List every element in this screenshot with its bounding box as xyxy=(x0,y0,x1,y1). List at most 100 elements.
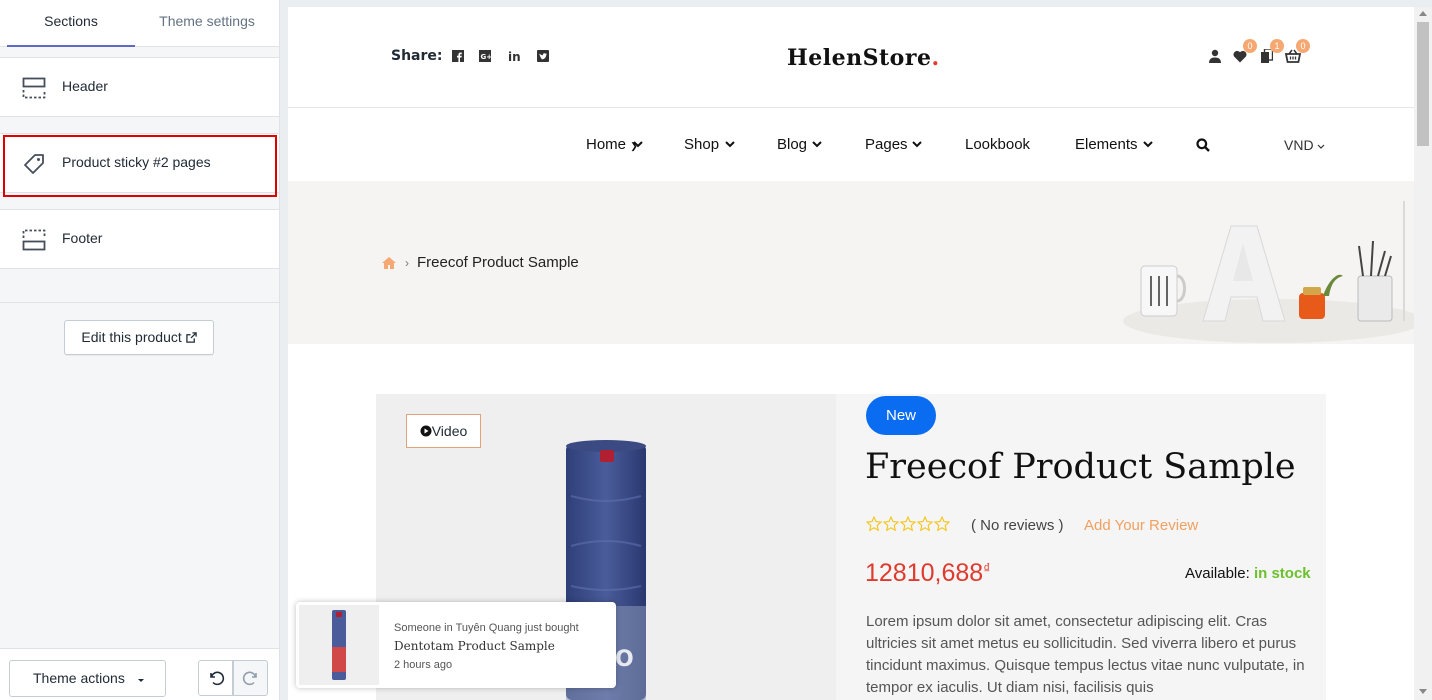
section-product-sticky[interactable]: Product sticky #2 pages xyxy=(0,133,279,193)
nav-blog[interactable]: Blog xyxy=(777,136,807,153)
currency-label: VND xyxy=(1284,137,1314,153)
header-layout-icon xyxy=(22,77,46,99)
product-price: 12810,688₫ xyxy=(865,559,990,588)
chevron-down-icon xyxy=(725,141,735,148)
google-plus-icon[interactable]: G+ xyxy=(478,50,493,62)
popup-thumbnail xyxy=(299,605,379,685)
nav-home-label: Home xyxy=(586,136,627,153)
section-product-sticky-label: Product sticky #2 pages xyxy=(62,154,211,170)
nav-shop-label: Shop xyxy=(684,136,720,153)
popup-line1: Someone in Tuyên Quang just bought xyxy=(394,622,579,634)
share-label: Share: xyxy=(391,48,443,64)
popup-time: 2 hours ago xyxy=(394,659,453,671)
undo-button[interactable] xyxy=(198,660,233,696)
popup-product[interactable]: Dentotam Product Sample xyxy=(394,639,555,653)
price-value: 12810,688 xyxy=(865,559,984,587)
tab-sections[interactable]: Sections xyxy=(7,0,135,47)
sales-notification-popup[interactable]: Someone in Tuyên Quang just bought Dento… xyxy=(296,602,616,688)
wishlist-heart-icon[interactable] xyxy=(1233,50,1247,63)
breadcrumb-current: Freecof Product Sample xyxy=(417,254,579,271)
scrollbar-thumb[interactable] xyxy=(1417,22,1429,146)
home-icon[interactable] xyxy=(381,256,397,270)
product-title: Freecof Product Sample xyxy=(865,447,1296,487)
external-link-icon xyxy=(185,332,197,343)
nav-shop[interactable]: Shop xyxy=(684,136,719,153)
play-icon xyxy=(420,425,432,437)
nav-elements[interactable]: Elements xyxy=(1075,136,1138,153)
nav-blog-label: Blog xyxy=(777,136,808,153)
linkedin-icon[interactable]: in xyxy=(508,50,522,62)
sidebar-tabs: Sections Theme settings xyxy=(0,0,279,47)
header-divider xyxy=(288,107,1414,108)
section-header-label: Header xyxy=(62,78,108,94)
banner-decor-image xyxy=(1123,201,1414,343)
scroll-up-arrow-icon[interactable] xyxy=(1419,10,1427,16)
chevron-down-icon xyxy=(1143,141,1153,148)
video-label: Video xyxy=(431,423,468,439)
search-icon[interactable] xyxy=(1196,138,1210,152)
popup-product-image xyxy=(332,610,346,680)
redo-icon xyxy=(242,671,257,686)
tab-theme-settings[interactable]: Theme settings xyxy=(140,0,274,47)
svg-text:in: in xyxy=(508,50,521,62)
compare-badge: 1 xyxy=(1270,39,1284,53)
theme-editor-sidebar: Sections Theme settings Header Product s… xyxy=(0,0,280,700)
wishlist-badge: 0 xyxy=(1243,39,1257,53)
share-bar: Share: G+ in xyxy=(391,48,549,64)
account-icon[interactable] xyxy=(1208,49,1222,63)
breadcrumb: › Freecof Product Sample xyxy=(381,254,579,271)
nav-lookbook[interactable]: Lookbook xyxy=(965,136,1030,153)
nav-elements-label: Elements xyxy=(1075,136,1138,153)
reviews-count: ( No reviews ) xyxy=(971,517,1064,534)
store-preview: Share: G+ in HelenStore. 0 1 0 Home ❯ Sh… xyxy=(288,7,1432,700)
cart-badge: 0 xyxy=(1296,39,1310,53)
scroll-down-arrow-icon[interactable] xyxy=(1419,689,1427,695)
star-outline-icon xyxy=(900,516,916,531)
new-badge: New xyxy=(866,396,936,435)
add-review-link[interactable]: Add Your Review xyxy=(1084,517,1198,534)
video-button[interactable]: Video xyxy=(406,414,481,448)
svg-text:G+: G+ xyxy=(480,53,492,61)
stock-status: in stock xyxy=(1253,565,1311,582)
header-icons: 0 1 0 xyxy=(1206,39,1316,71)
preview-scrollbar[interactable] xyxy=(1414,7,1432,700)
edit-product-label: Edit this product xyxy=(81,329,182,345)
undo-icon xyxy=(210,671,225,686)
nav-lookbook-label: Lookbook xyxy=(965,136,1031,153)
section-header[interactable]: Header xyxy=(0,57,279,117)
caret-down-icon xyxy=(138,679,144,682)
twitter-icon[interactable] xyxy=(536,50,549,62)
chevron-down-icon xyxy=(633,141,643,148)
chevron-down-icon xyxy=(912,141,922,148)
store-logo-text: HelenStore xyxy=(787,45,932,71)
breadcrumb-banner: › Freecof Product Sample xyxy=(288,181,1414,344)
availability: Available: in stock xyxy=(1185,565,1311,582)
tag-icon xyxy=(24,154,44,174)
redo-button[interactable] xyxy=(233,660,268,696)
nav-pages-label: Pages xyxy=(865,136,908,153)
chevron-down-icon xyxy=(1318,144,1325,149)
theme-actions-label: Theme actions xyxy=(33,670,125,686)
section-footer[interactable]: Footer xyxy=(0,209,279,269)
star-outline-icon xyxy=(917,516,933,531)
currency-selector[interactable]: VND xyxy=(1284,137,1325,153)
chevron-down-icon xyxy=(812,141,822,148)
currency-symbol: ₫ xyxy=(983,560,991,576)
star-outline-icon xyxy=(934,516,950,531)
star-rating[interactable] xyxy=(866,516,950,531)
edit-product-button[interactable]: Edit this product xyxy=(64,320,214,355)
compare-icon[interactable] xyxy=(1261,49,1273,63)
theme-actions-button[interactable]: Theme actions xyxy=(9,660,166,697)
section-footer-label: Footer xyxy=(62,230,103,246)
store-logo[interactable]: HelenStore. xyxy=(787,45,940,71)
sidebar-footer: Theme actions xyxy=(0,648,279,700)
nav-home[interactable]: Home ❯ xyxy=(586,136,638,153)
footer-layout-icon xyxy=(22,229,46,251)
star-outline-icon xyxy=(883,516,899,531)
nav-pages[interactable]: Pages xyxy=(865,136,908,153)
product-description: Lorem ipsum dolor sit amet, consectetur … xyxy=(866,613,1305,696)
facebook-icon[interactable] xyxy=(451,50,464,62)
divider xyxy=(0,302,279,303)
available-label: Available: xyxy=(1185,565,1250,582)
star-outline-icon xyxy=(866,516,882,531)
